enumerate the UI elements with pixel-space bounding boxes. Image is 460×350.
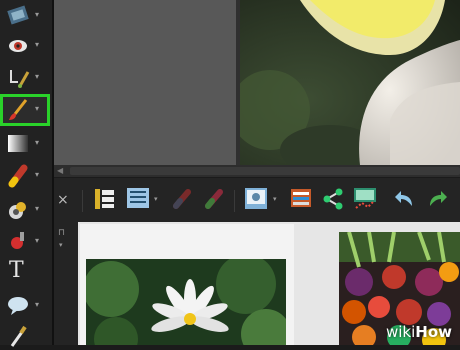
left-toolbar: ▾ ▾ ▾ ▾ ▾ ▾ ▾ ▾ T ▾ bbox=[0, 0, 52, 347]
chevron-down-icon[interactable]: ▾ bbox=[59, 241, 63, 249]
gradient-tool[interactable]: ▾ bbox=[2, 130, 48, 158]
chevron-down-icon: ▾ bbox=[35, 138, 40, 147]
fill-icon bbox=[173, 189, 191, 209]
scrollbar-thumb[interactable] bbox=[70, 167, 460, 175]
filmstrip-icon bbox=[95, 189, 114, 209]
eye-icon bbox=[9, 40, 27, 52]
chevron-down-icon: ▾ bbox=[35, 236, 40, 245]
red-eye-tool[interactable]: ▾ bbox=[2, 32, 48, 60]
color-replacer-icon bbox=[11, 232, 24, 249]
fill-tool[interactable]: ▾ bbox=[2, 196, 48, 224]
view-tool[interactable]: ▾ bbox=[2, 2, 48, 30]
undo-icon bbox=[395, 191, 412, 206]
redo-button[interactable] bbox=[424, 186, 450, 212]
eraser-tool[interactable]: ▾ bbox=[2, 162, 48, 190]
chevron-down-icon[interactable]: ▾ bbox=[154, 195, 158, 203]
scroll-left-arrow-icon[interactable]: ◀ bbox=[57, 166, 63, 175]
close-icon[interactable]: × bbox=[57, 192, 69, 208]
redo-icon bbox=[430, 191, 447, 206]
image-stack-icon bbox=[291, 189, 311, 207]
chevron-down-icon: ▾ bbox=[35, 40, 40, 49]
chevron-down-icon: ▾ bbox=[35, 204, 40, 213]
flower-photo-preview bbox=[240, 0, 460, 165]
list-view-icon bbox=[127, 188, 149, 208]
chevron-down-icon: ▾ bbox=[35, 10, 40, 19]
flower-closeup-image bbox=[240, 0, 460, 165]
color-fill-button[interactable] bbox=[202, 186, 228, 212]
color-picker-tool[interactable]: ▾ bbox=[2, 228, 48, 256]
chevron-down-icon: ▾ bbox=[35, 170, 40, 179]
chevron-down-icon: ▾ bbox=[35, 300, 40, 309]
eyedropper-tool[interactable] bbox=[2, 322, 48, 350]
chevron-down-icon: ▾ bbox=[35, 72, 40, 81]
healing-tool[interactable]: ▾ bbox=[2, 64, 48, 92]
image-stack-button[interactable] bbox=[288, 186, 314, 212]
eyedropper-icon bbox=[10, 325, 27, 347]
share-button[interactable] bbox=[320, 186, 346, 212]
view-icon bbox=[7, 5, 29, 25]
photo-button[interactable] bbox=[243, 186, 269, 212]
gradient-icon bbox=[8, 135, 28, 152]
color-fill-icon bbox=[205, 189, 223, 209]
shape-tool[interactable]: ▾ bbox=[2, 292, 48, 320]
filmstrip-button[interactable] bbox=[92, 186, 118, 212]
chevron-down-icon[interactable]: ▾ bbox=[273, 195, 277, 203]
healing-brush-icon bbox=[10, 70, 30, 88]
chart-button[interactable] bbox=[352, 186, 378, 212]
text-icon: T bbox=[9, 258, 24, 283]
chevron-down-icon: ▾ bbox=[35, 104, 40, 113]
brush-tool[interactable]: ▾ bbox=[0, 94, 50, 126]
paint-brush-icon bbox=[9, 99, 28, 120]
speech-bubble-icon bbox=[8, 297, 28, 315]
pin-icon[interactable]: ⊓ bbox=[58, 228, 65, 238]
photo-icon bbox=[245, 188, 267, 209]
lotus-thumbnail[interactable] bbox=[86, 259, 286, 345]
paint-bucket-icon bbox=[9, 202, 26, 219]
wikihow-watermark: wikiHow bbox=[386, 323, 452, 341]
lotus-image bbox=[86, 259, 286, 345]
watermark-text-how: How bbox=[415, 323, 452, 341]
text-tool[interactable]: T bbox=[2, 258, 48, 288]
toolbar-separator bbox=[82, 190, 83, 212]
fill-button[interactable] bbox=[170, 186, 196, 212]
list-view-button[interactable] bbox=[125, 186, 151, 212]
undo-button[interactable] bbox=[392, 186, 418, 212]
watermark-text-wiki: wiki bbox=[385, 323, 416, 341]
eraser-icon bbox=[8, 164, 28, 188]
chart-icon bbox=[354, 188, 376, 209]
share-icon bbox=[323, 188, 343, 210]
toolbar-separator bbox=[234, 190, 235, 212]
canvas-workspace[interactable] bbox=[54, 0, 236, 165]
